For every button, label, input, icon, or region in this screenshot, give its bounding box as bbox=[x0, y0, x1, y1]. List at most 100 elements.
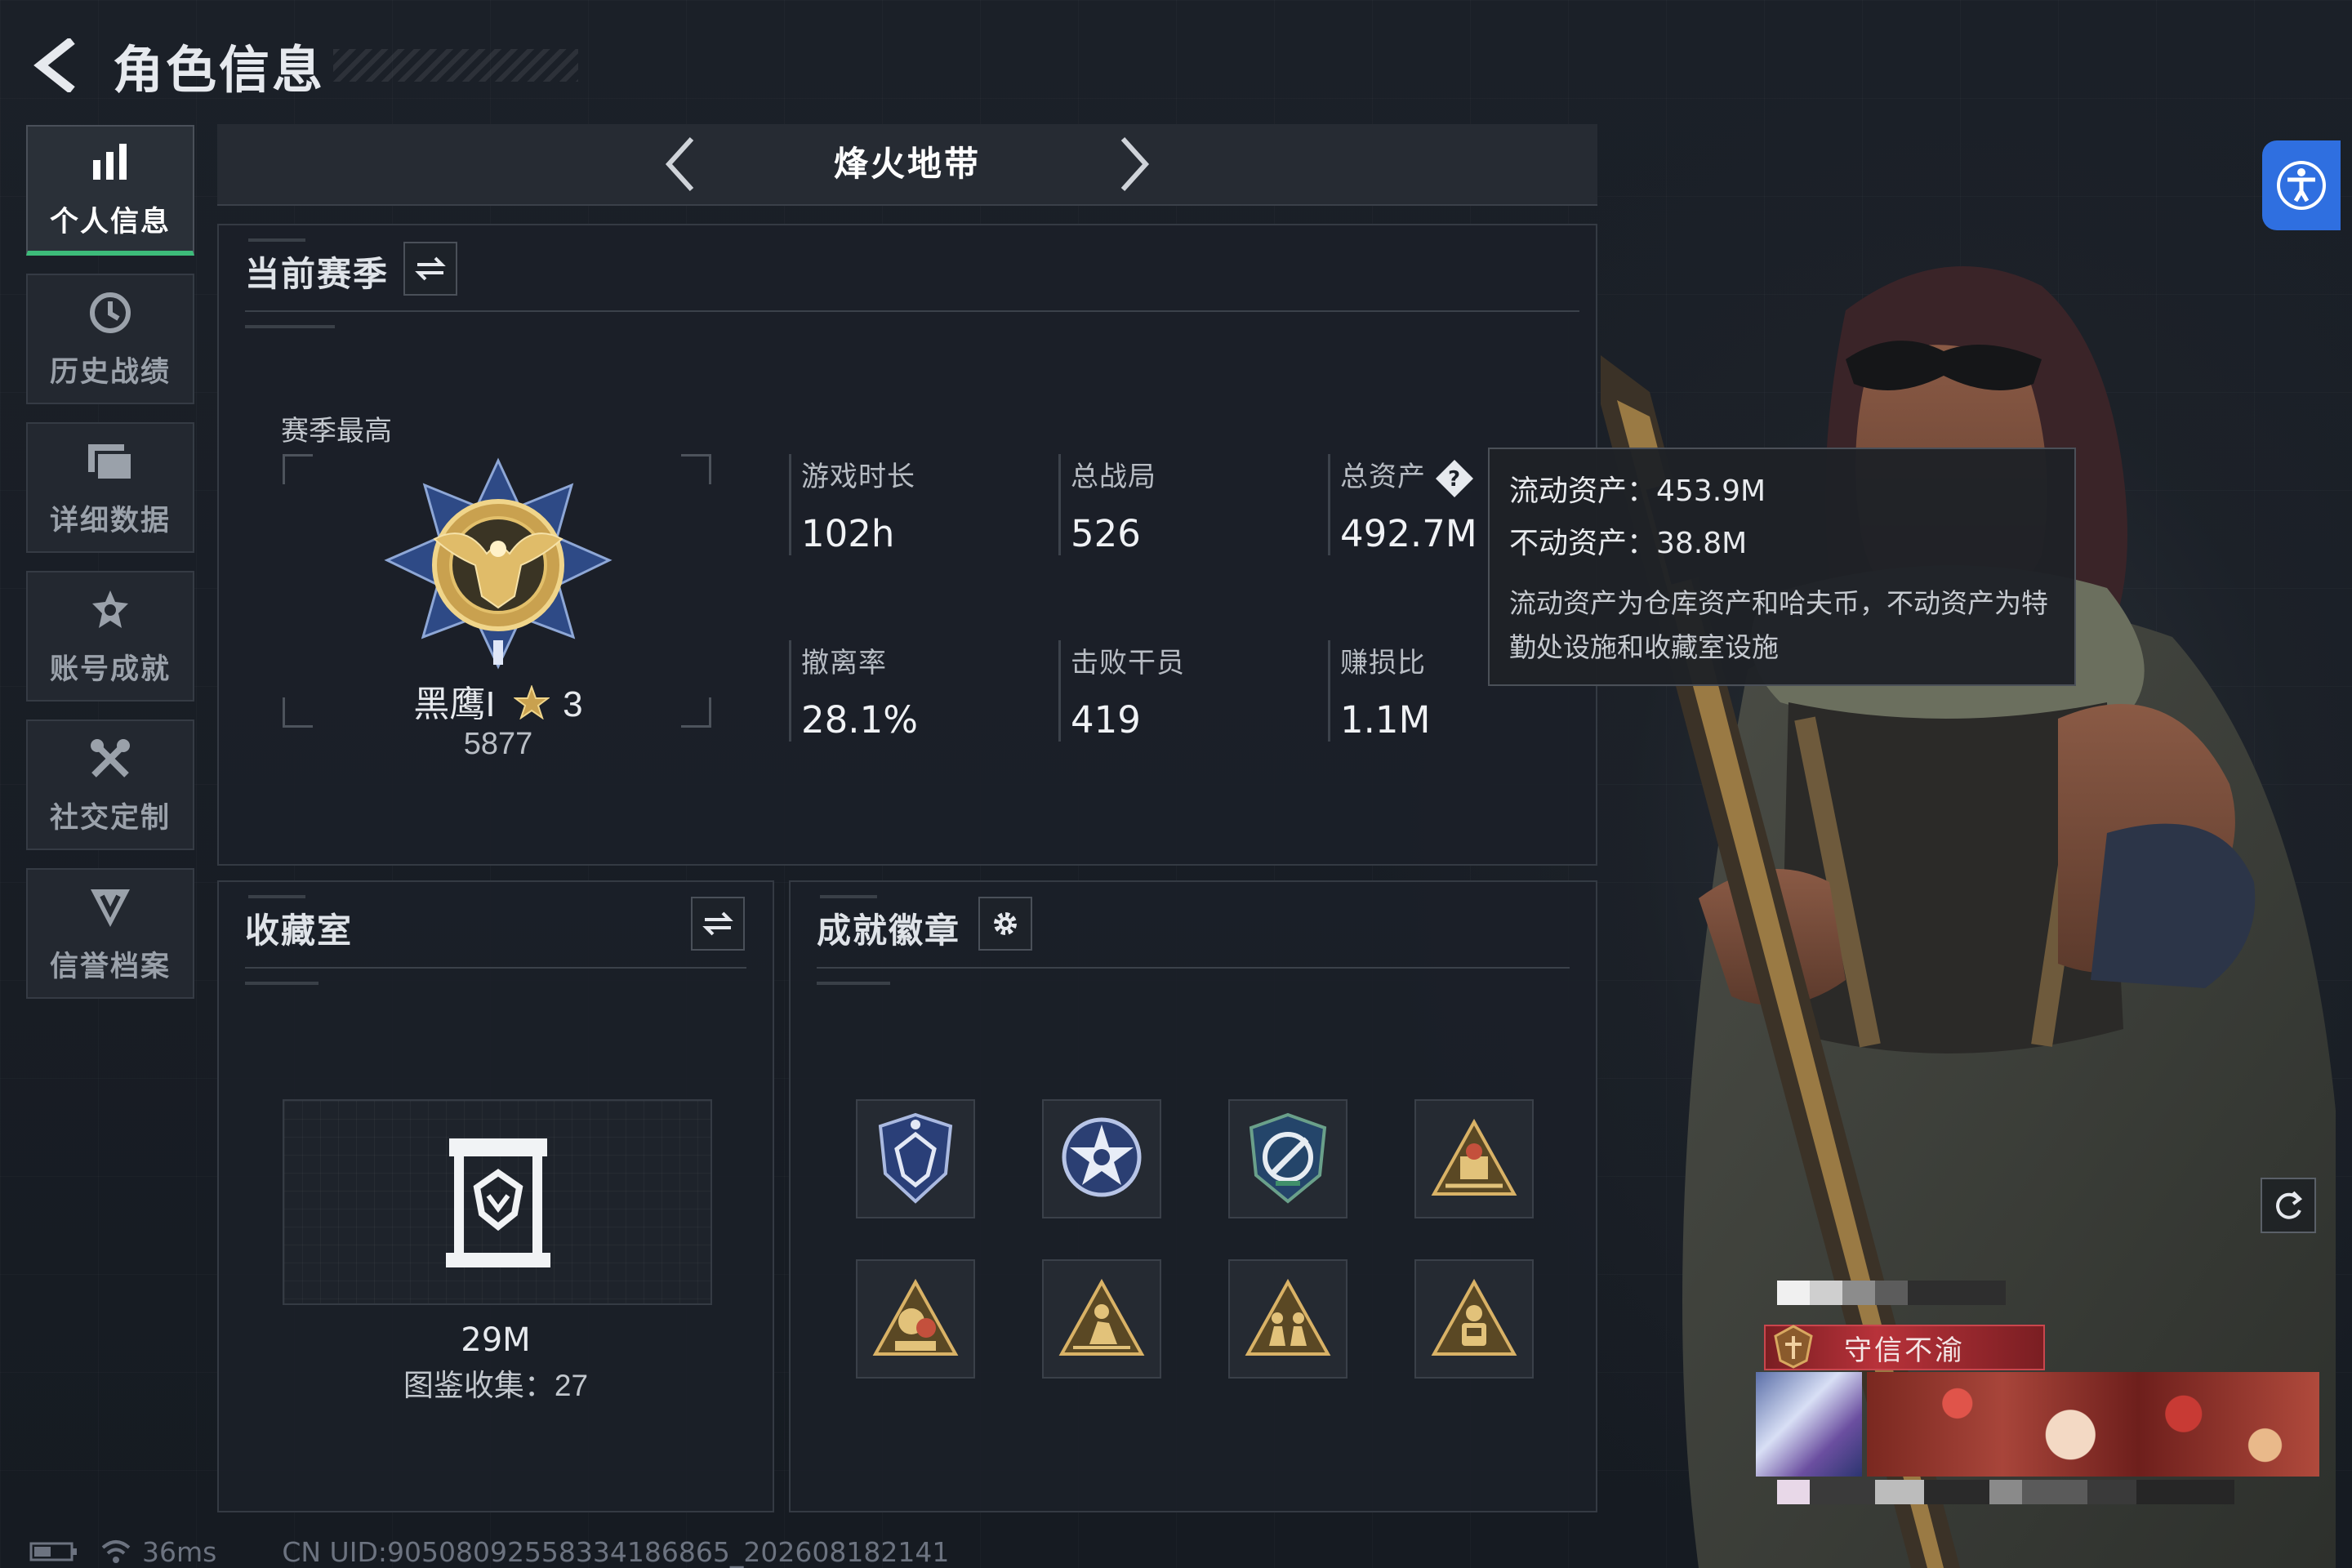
stat-play-time: 游戏时长 102h bbox=[789, 454, 915, 555]
accessibility-icon bbox=[2277, 161, 2326, 210]
fixed-assets: 不动资产：38.8M bbox=[1509, 527, 1748, 560]
sidebar-item-credit[interactable]: 信誉档案 bbox=[26, 868, 194, 999]
sidebar-item-label: 历史战绩 bbox=[49, 355, 171, 388]
stat-kills: 击败干员 419 bbox=[1058, 640, 1185, 742]
blurred-name bbox=[1777, 1281, 2006, 1305]
sidebar-item-label: 信誉档案 bbox=[49, 950, 171, 982]
svg-text:?: ? bbox=[1448, 467, 1461, 492]
triangle-badge-icon bbox=[1431, 1278, 1517, 1356]
sidebar-item-history[interactable]: 历史战绩 bbox=[26, 274, 194, 404]
page-title: 角色信息 bbox=[113, 42, 326, 99]
tools-icon bbox=[86, 734, 135, 783]
achievement-badge[interactable] bbox=[1042, 1259, 1161, 1379]
stat-extract-rate: 撤离率 28.1% bbox=[789, 640, 918, 742]
stat-value: 492.7M bbox=[1340, 512, 1477, 556]
rank-score: 5877 bbox=[463, 727, 533, 761]
rotate-character-button[interactable] bbox=[2261, 1178, 2316, 1233]
banner-emblem-icon bbox=[1769, 1321, 1818, 1370]
accessibility-button[interactable] bbox=[2262, 140, 2341, 230]
panel-decoration bbox=[248, 238, 305, 242]
wifi-icon bbox=[101, 1540, 131, 1563]
folder-icon bbox=[86, 437, 135, 486]
chevron-right-icon bbox=[1120, 136, 1150, 192]
achievement-badge[interactable] bbox=[856, 1099, 975, 1218]
stat-value: 419 bbox=[1071, 698, 1141, 742]
stat-value: 1.1M bbox=[1340, 698, 1431, 742]
achievement-badge[interactable] bbox=[1042, 1099, 1161, 1218]
achievement-icon bbox=[86, 586, 135, 635]
stat-total-assets: 总资产? 492.7M bbox=[1328, 454, 1477, 556]
collection-preview[interactable] bbox=[283, 1099, 712, 1305]
mode-switcher: 烽火地带 bbox=[217, 124, 1597, 206]
title-decoration bbox=[333, 49, 579, 82]
panel-decoration bbox=[245, 325, 335, 328]
triangle-badge-icon bbox=[1245, 1278, 1331, 1356]
sidebar-item-label: 社交定制 bbox=[49, 801, 171, 834]
sidebar-item-label: 账号成就 bbox=[49, 653, 171, 685]
achievement-badge[interactable] bbox=[1414, 1099, 1534, 1218]
collection-title: 收藏室 bbox=[245, 911, 354, 950]
badges-title: 成就徽章 bbox=[817, 911, 961, 950]
liquid-assets: 流动资产：453.9M bbox=[1509, 474, 1766, 508]
achievement-badge[interactable] bbox=[1228, 1099, 1348, 1218]
season-switch-button[interactable] bbox=[403, 242, 457, 296]
rotate-icon bbox=[2276, 1191, 2303, 1219]
frame-corner bbox=[681, 697, 711, 728]
swap-icon bbox=[415, 256, 446, 281]
triangle-badge-icon bbox=[1058, 1278, 1145, 1356]
assets-tooltip: 流动资产：453.9M 不动资产：38.8M 流动资产为仓库资产和哈夫币，不动资… bbox=[1488, 448, 2076, 686]
triangle-badge-icon bbox=[872, 1278, 959, 1356]
assets-description: 流动资产为仓库资产和哈夫币，不动资产为特勤处设施和收藏室设施 bbox=[1509, 588, 2048, 662]
panel-decoration bbox=[817, 982, 890, 985]
achievement-badge[interactable] bbox=[856, 1259, 975, 1379]
stat-label: 撤离率 bbox=[801, 648, 887, 679]
name-card-art[interactable] bbox=[1867, 1372, 2319, 1477]
achievement-badge[interactable] bbox=[1228, 1259, 1348, 1379]
sidebar-item-social[interactable]: 社交定制 bbox=[26, 719, 194, 850]
rank-name-row: 黑鹰I 3 bbox=[384, 675, 612, 727]
profile-card-art[interactable] bbox=[1756, 1372, 1862, 1477]
stat-value: 28.1% bbox=[801, 698, 918, 742]
collection-value: 29M bbox=[461, 1321, 531, 1359]
badges-settings-button[interactable] bbox=[978, 897, 1032, 951]
display-case-icon bbox=[446, 1138, 550, 1267]
frame-corner bbox=[283, 454, 313, 484]
shield-badge-icon bbox=[878, 1112, 953, 1204]
back-arrow-icon bbox=[33, 38, 75, 92]
next-mode-button[interactable] bbox=[1106, 136, 1163, 193]
sidebar-item-label: 个人信息 bbox=[49, 205, 171, 238]
stat-total-matches: 总战局 526 bbox=[1058, 454, 1156, 555]
back-button[interactable] bbox=[24, 33, 90, 98]
stat-label-row: 总资产? bbox=[1340, 454, 1477, 499]
collection-switch-button[interactable] bbox=[691, 897, 745, 951]
history-icon bbox=[86, 288, 135, 337]
frame-corner bbox=[681, 454, 711, 484]
swap-icon bbox=[702, 911, 733, 936]
stat-value: 526 bbox=[1071, 512, 1141, 555]
battery-icon bbox=[29, 1542, 77, 1561]
panel-decoration bbox=[820, 895, 877, 898]
rank-name: 黑鹰I bbox=[413, 684, 496, 724]
stat-value: 102h bbox=[801, 512, 895, 555]
status-bar: 36ms CN UID:905080925583341868​65_202608… bbox=[29, 1535, 949, 1568]
credit-icon bbox=[86, 883, 135, 932]
bar-chart-icon bbox=[86, 138, 135, 187]
achievement-badge[interactable] bbox=[1414, 1259, 1534, 1379]
gear-icon bbox=[994, 912, 1017, 935]
header: 角色信息 bbox=[24, 24, 579, 106]
collection-count: 图鉴收集：27 bbox=[403, 1369, 589, 1402]
frame-corner bbox=[283, 697, 313, 728]
panel-decoration bbox=[248, 895, 305, 898]
stat-label: 击败干员 bbox=[1071, 648, 1185, 679]
sidebar-item-achievements[interactable]: 账号成就 bbox=[26, 571, 194, 702]
user-uid: CN UID:905080925583341868​65_20260818214… bbox=[282, 1535, 950, 1568]
sidebar: 个人信息 历史战绩 详细数据 账号成就 社交定制 信誉档案 bbox=[26, 125, 194, 1017]
stat-label: 游戏时长 bbox=[801, 461, 915, 492]
sidebar-item-detailed-data[interactable]: 详细数据 bbox=[26, 422, 194, 553]
help-icon[interactable]: ? bbox=[1434, 458, 1475, 499]
rank-stars: 3 bbox=[563, 684, 583, 724]
sidebar-item-personal-info[interactable]: 个人信息 bbox=[26, 125, 194, 256]
blurred-id bbox=[1777, 1480, 2234, 1504]
star-badge-icon bbox=[1062, 1117, 1142, 1197]
emblem-badge-icon bbox=[1249, 1112, 1327, 1204]
